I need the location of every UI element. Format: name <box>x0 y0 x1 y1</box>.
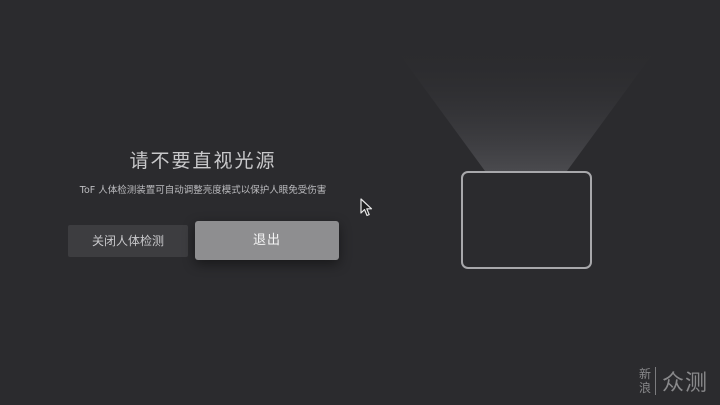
watermark-left: 新 浪 <box>639 367 651 395</box>
dialog-subtitle: ToF 人体检测装置可自动调整亮度模式以保护人眼免受伤害 <box>79 185 327 196</box>
watermark-divider <box>654 367 656 395</box>
disable-human-detection-button[interactable]: 关闭人体检测 <box>68 225 188 257</box>
light-beam <box>392 44 660 171</box>
projector-eye-protection-screen: 请不要直视光源 ToF 人体检测装置可自动调整亮度模式以保护人眼免受伤害 关闭人… <box>0 0 720 405</box>
dialog-title: 请不要直视光源 <box>129 150 277 172</box>
exit-button[interactable]: 退出 <box>195 221 339 260</box>
watermark-right: 众测 <box>661 371 708 396</box>
watermark-char-1: 新 <box>638 367 651 381</box>
mouse-pointer-icon <box>360 198 373 217</box>
projection-screen-outline <box>461 171 592 269</box>
watermark-char-2: 浪 <box>638 381 651 395</box>
watermark: 新 浪 众测 <box>639 365 708 397</box>
projector-beam-screen-icon <box>392 44 660 269</box>
